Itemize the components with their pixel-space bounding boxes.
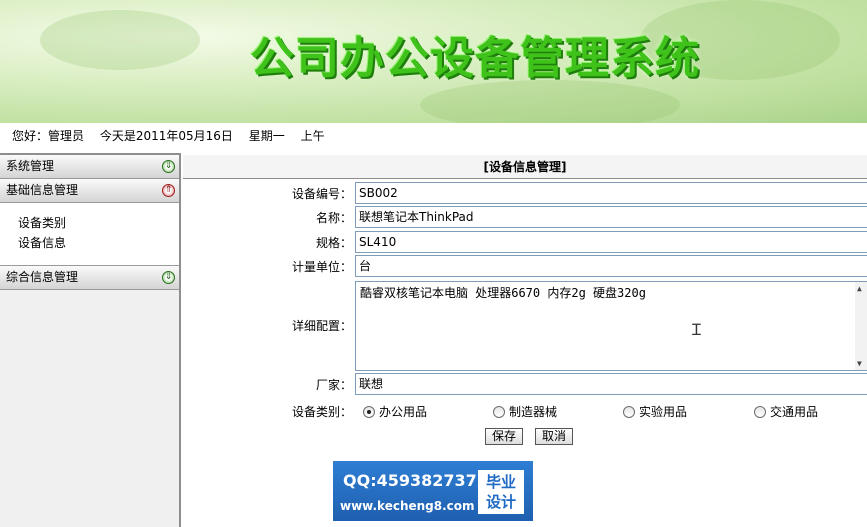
promo-badge-line: 设计: [485, 493, 516, 511]
banner-decoration: [40, 10, 200, 70]
sidebar: 系统管理 ⇓ 基础信息管理 ⇑ 设备类别 设备信息 综合信息管理 ⇓: [0, 153, 181, 527]
sidebar-submenu: 设备类别 设备信息: [0, 203, 179, 266]
radio-label: 交通用品: [770, 405, 819, 419]
category-radio-manufacturing[interactable]: 制造器械: [493, 403, 557, 420]
expand-icon[interactable]: ⇓: [162, 160, 175, 173]
category-radio-office[interactable]: 办公用品: [363, 403, 427, 420]
vendor-input[interactable]: 联想: [355, 373, 867, 395]
sidebar-section-label: 综合信息管理: [6, 270, 79, 284]
app-title: 公司办公设备管理系统: [250, 33, 700, 84]
unit-input[interactable]: 台: [355, 255, 867, 277]
sidebar-item-device-category[interactable]: 设备类别: [18, 213, 179, 233]
user-greeting: 您好：管理员: [12, 129, 85, 143]
sidebar-section-system[interactable]: 系统管理 ⇓: [0, 155, 179, 179]
text-cursor-icon: Ɪ: [692, 320, 701, 339]
field-label: 详细配置：: [291, 319, 352, 333]
sidebar-item-device-info[interactable]: 设备信息: [18, 233, 179, 253]
field-label: 名称：: [315, 211, 352, 225]
promo-watermark: QQ:459382737 www.kecheng8.com 毕业 设计: [333, 461, 533, 521]
radio-icon: [623, 405, 635, 418]
textarea-scrollbar[interactable]: ▲ ▼: [855, 282, 867, 370]
device-spec-input[interactable]: SL410: [355, 231, 867, 253]
current-date: 今天是2011年05月16日: [99, 129, 233, 143]
promo-badge-line: 毕业: [485, 473, 516, 491]
scroll-down-icon[interactable]: ▼: [857, 359, 862, 368]
detail-config-textarea[interactable]: 酷睿双核笔记本电脑 处理器6670 内存2g 硬盘320g ▲ ▼: [355, 281, 867, 371]
field-label: 设备类别：: [291, 405, 352, 419]
collapse-icon[interactable]: ⇑: [162, 184, 175, 197]
save-button[interactable]: 保存: [485, 428, 524, 445]
banner-decoration: [420, 80, 680, 123]
detail-config-text: 酷睿双核笔记本电脑 处理器6670 内存2g 硬盘320g: [360, 286, 646, 300]
radio-selected-icon: [363, 405, 375, 418]
field-label: 规格：: [315, 236, 352, 250]
current-period: 上午: [300, 129, 325, 143]
category-radio-lab[interactable]: 实验用品: [623, 403, 687, 420]
expand-icon[interactable]: ⇓: [162, 271, 175, 284]
panel-title: [设备信息管理]: [183, 155, 867, 179]
field-label: 计量单位：: [291, 260, 352, 274]
scroll-up-icon[interactable]: ▲: [857, 284, 862, 293]
promo-badge: 毕业 设计: [478, 470, 524, 514]
radio-icon: [754, 405, 766, 418]
sidebar-section-comprehensive[interactable]: 综合信息管理 ⇓: [0, 266, 179, 290]
device-name-input[interactable]: 联想笔记本ThinkPad: [355, 206, 867, 228]
promo-qq: QQ:459382737: [343, 471, 477, 490]
cancel-button[interactable]: 取消: [535, 428, 574, 445]
sidebar-section-label: 系统管理: [6, 159, 55, 173]
sidebar-section-label: 基础信息管理: [6, 183, 79, 197]
status-bar: 您好：管理员 今天是2011年05月16日 星期一 上午: [0, 123, 867, 153]
radio-label: 实验用品: [639, 405, 688, 419]
radio-label: 制造器械: [509, 405, 558, 419]
sidebar-section-basic-info[interactable]: 基础信息管理 ⇑: [0, 179, 179, 203]
device-code-input[interactable]: SB002: [355, 182, 867, 204]
current-weekday: 星期一: [248, 129, 285, 143]
radio-label: 办公用品: [379, 405, 428, 419]
header-banner: 公司办公设备管理系统: [0, 0, 867, 123]
field-label: 厂家：: [315, 378, 352, 392]
field-label: 设备编号：: [291, 187, 352, 201]
category-radio-transport[interactable]: 交通用品: [754, 403, 818, 420]
promo-url: www.kecheng8.com: [340, 499, 475, 513]
radio-icon: [493, 405, 505, 418]
